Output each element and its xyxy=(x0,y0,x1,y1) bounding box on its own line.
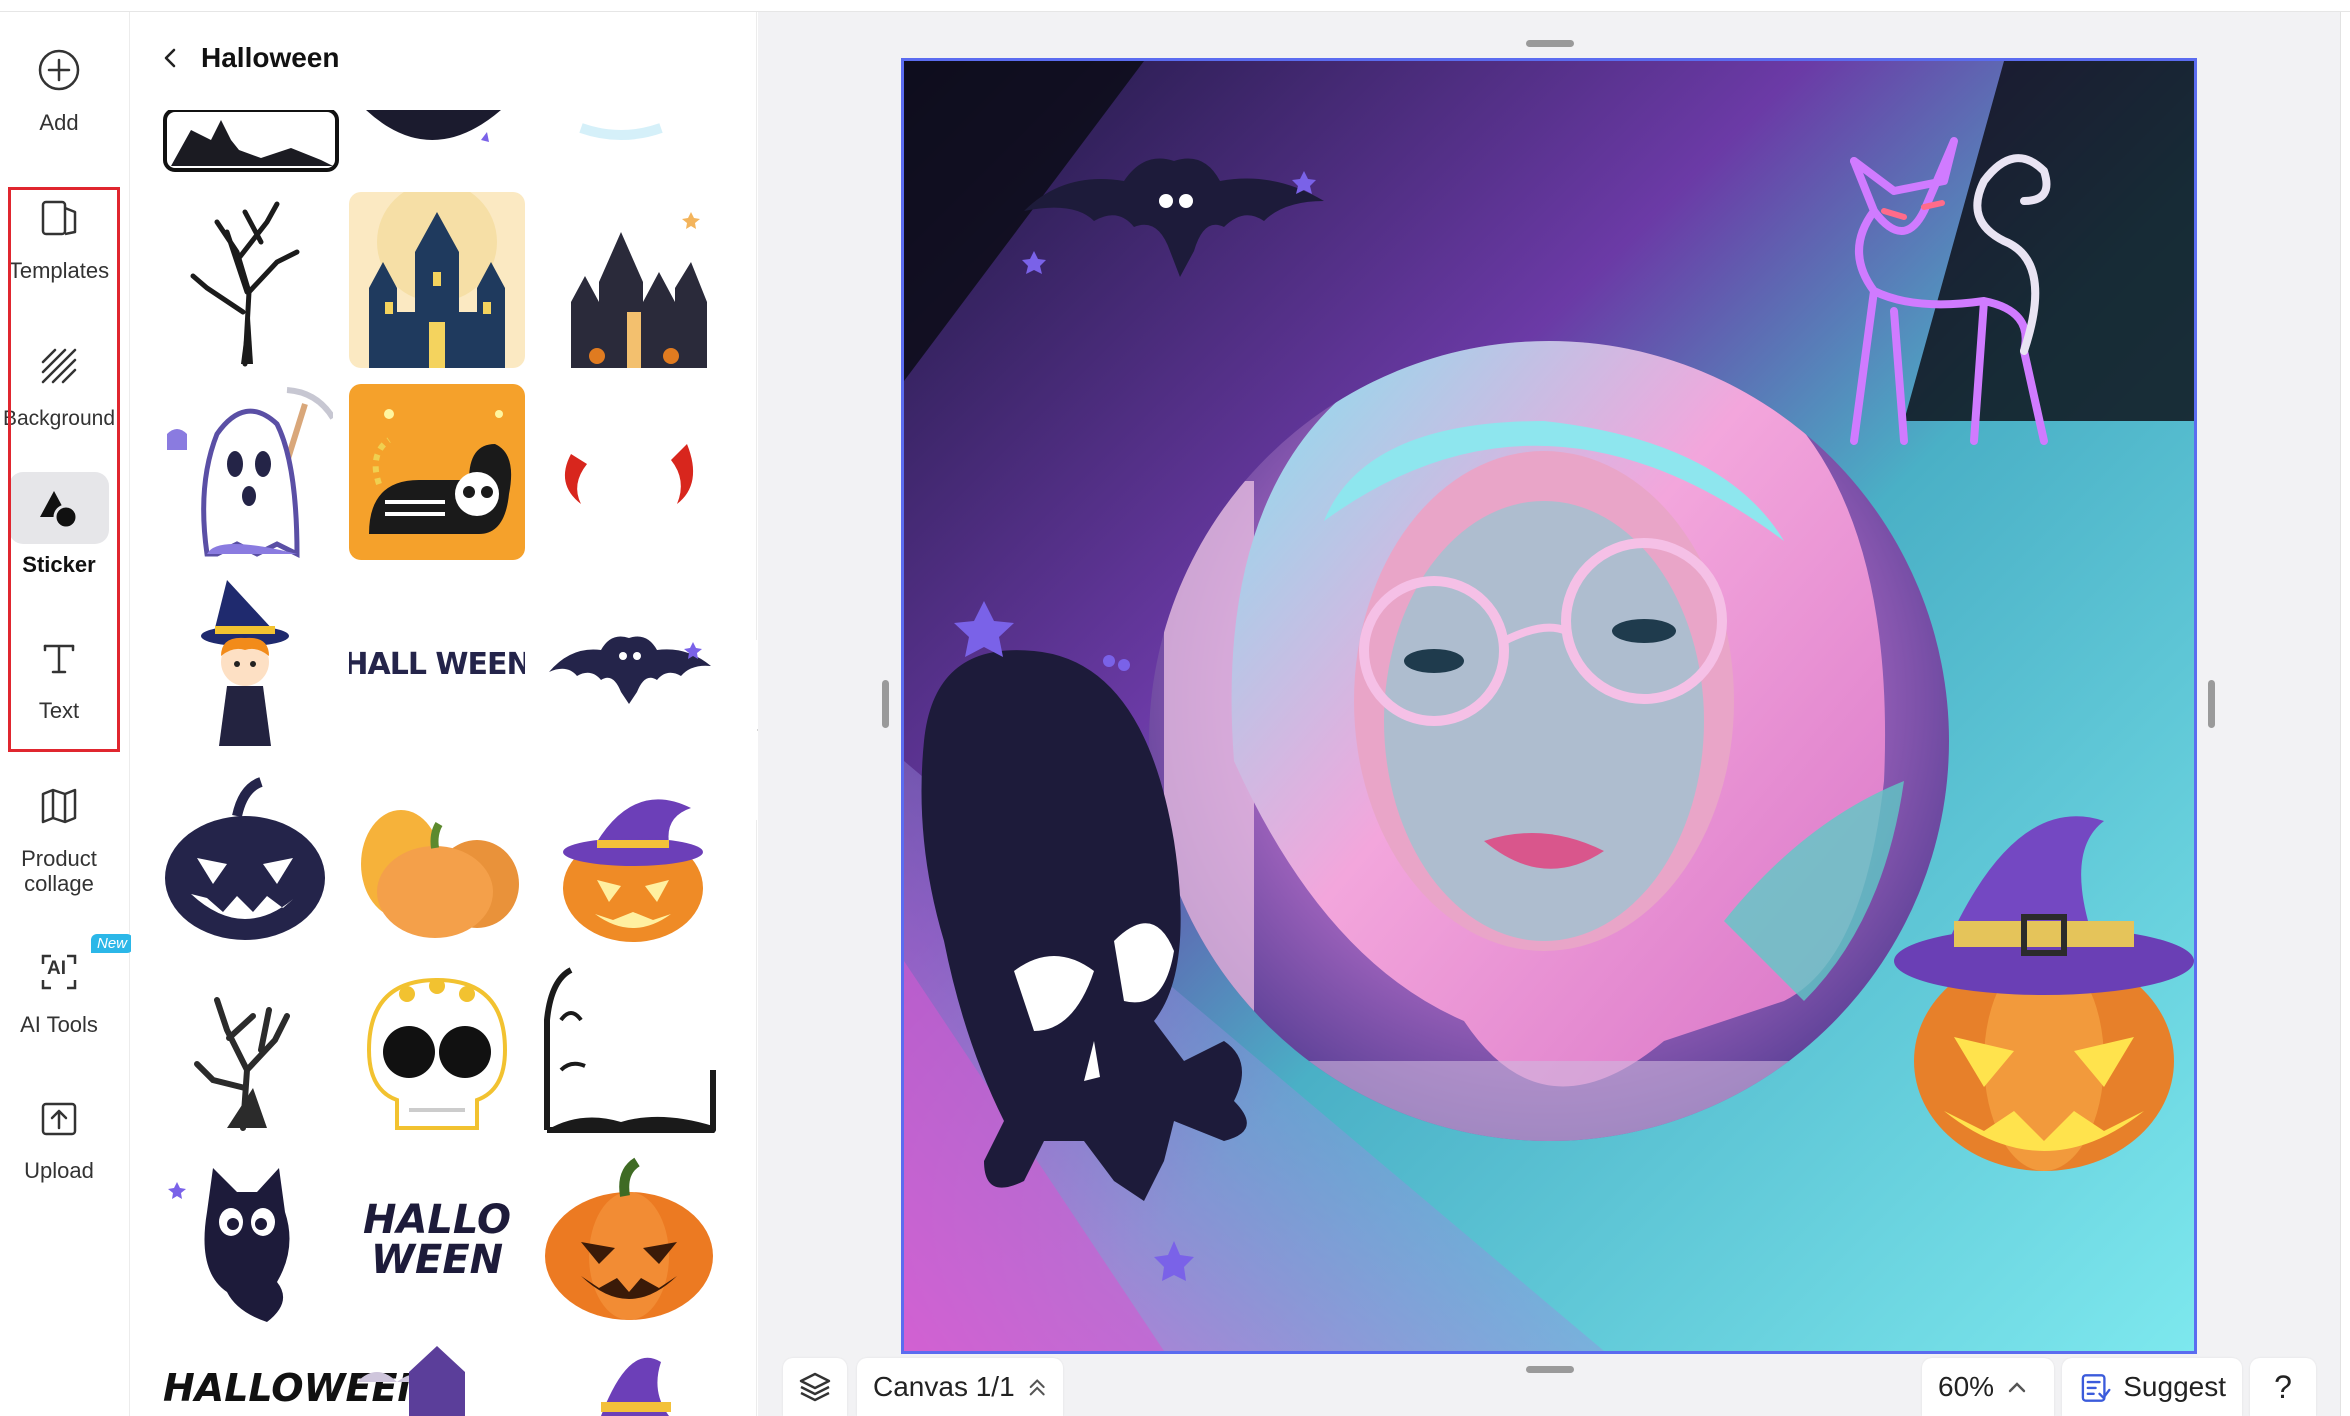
witch-hat-pumpkin-icon xyxy=(563,799,703,942)
ghost-reaper-icon xyxy=(167,387,333,559)
sticker-orange-pumpkins[interactable] xyxy=(349,768,525,944)
sticker-ghost-reaper[interactable] xyxy=(157,384,333,560)
rail-item-label: Background xyxy=(2,407,116,430)
panel-title: Halloween xyxy=(201,42,340,73)
text-t-icon xyxy=(27,626,91,690)
little-witch-icon xyxy=(201,580,289,746)
rail-item-label: Text xyxy=(38,698,80,723)
sticker-witch-hat-pumpkin[interactable] xyxy=(541,768,717,944)
right-edge-panel xyxy=(2340,12,2350,1416)
spooky-frame-icon xyxy=(544,967,716,1133)
help-label: ? xyxy=(2274,1368,2292,1405)
haunted-castle-icon xyxy=(349,192,525,368)
canvas-resize-handle-top[interactable] xyxy=(1526,40,1574,47)
new-badge: New xyxy=(91,934,134,953)
rail-item-upload[interactable]: Upload xyxy=(0,1086,118,1183)
sticker-dead-tree[interactable] xyxy=(157,960,333,1136)
ween-wordmark: WEEN xyxy=(370,1237,504,1283)
zoom-level-button[interactable]: 60% xyxy=(1922,1358,2054,1416)
sticker-sugar-skull[interactable] xyxy=(349,960,525,1136)
canvas-resize-handle-bottom[interactable] xyxy=(1526,1366,1574,1373)
rail-item-label: Product collage xyxy=(21,846,97,896)
canvas-resize-handle-left[interactable] xyxy=(882,680,889,728)
suggest-button[interactable]: Suggest xyxy=(2062,1358,2242,1416)
sticker-little-witch[interactable] xyxy=(157,576,333,752)
top-border xyxy=(0,0,2350,12)
orange-pumpkins-icon xyxy=(361,810,519,938)
help-button[interactable]: ? xyxy=(2250,1358,2316,1416)
rail-item-product-collage[interactable]: Product collage xyxy=(0,774,118,896)
sticker-skeleton-cat[interactable] xyxy=(349,384,525,560)
canvas-pager-label: Canvas 1/1 xyxy=(873,1371,1015,1402)
plus-circle-icon xyxy=(27,38,91,102)
rail-item-label: Sticker xyxy=(22,552,96,577)
sticker-hallo-ween-text[interactable]: HALLO WEEN xyxy=(349,1152,525,1328)
sticker-row-partial xyxy=(161,110,721,176)
rail-item-templates[interactable]: Templates xyxy=(0,186,118,283)
rail-item-label: AI Tools xyxy=(20,1012,98,1037)
black-cat-icon xyxy=(168,1168,290,1322)
sticker-devil-horns[interactable] xyxy=(541,384,717,560)
double-chevron-up-icon xyxy=(1029,1379,1045,1396)
sticker-black-cat[interactable] xyxy=(157,1152,333,1328)
templates-icon xyxy=(27,186,91,250)
suggest-label: Suggest xyxy=(2123,1371,2226,1402)
editor-app: Add Templates Background Sticker Text Pr… xyxy=(0,0,2350,1416)
rail-item-add[interactable]: Add xyxy=(0,38,118,135)
hallo-wordmark: HALLO xyxy=(363,1197,511,1243)
upload-icon xyxy=(27,1086,91,1150)
halloween-wordmark: HALL WEEN xyxy=(349,646,525,682)
bat-icon xyxy=(549,636,711,704)
dark-pumpkin-icon xyxy=(165,777,325,940)
sticker-panel: Halloween HALL WEEN HALLO WEEN HALLOWEEN xyxy=(131,12,757,1416)
zoom-level-value: 60% xyxy=(1938,1371,1995,1402)
panel-header: Halloween xyxy=(159,42,339,74)
bare-tree-icon xyxy=(190,201,300,367)
layers-button[interactable] xyxy=(783,1358,847,1416)
rail-item-label: Upload xyxy=(24,1158,94,1183)
sugar-skull-icon xyxy=(366,977,508,1130)
dead-tree-icon xyxy=(194,997,290,1131)
sticker-row-partial-bottom: HALLOWEEN xyxy=(157,1332,721,1416)
layers-icon xyxy=(799,1372,831,1402)
rail-item-sticker[interactable]: Sticker xyxy=(0,472,118,577)
rail-item-background[interactable]: Background xyxy=(0,334,118,431)
suggest-checklist-icon xyxy=(2081,1374,2111,1402)
rail-item-label: Templates xyxy=(8,258,110,283)
rail-item-text[interactable]: Text xyxy=(0,626,118,723)
ai-tools-icon: AI New xyxy=(27,934,134,1004)
left-rail: Add Templates Background Sticker Text Pr… xyxy=(0,12,134,1416)
sticker-bat[interactable] xyxy=(541,576,717,752)
devil-horns-icon xyxy=(564,444,694,504)
sticker-classic-pumpkin[interactable] xyxy=(541,1152,717,1328)
skeleton-cat-icon xyxy=(349,384,525,560)
classic-pumpkin-icon xyxy=(545,1157,713,1320)
rail-item-label: Add xyxy=(39,110,79,135)
canvas-pager-button[interactable]: Canvas 1/1 xyxy=(857,1358,1063,1416)
sticker-jack-o-lantern-dark[interactable] xyxy=(157,768,333,944)
sticker-moon-castle[interactable] xyxy=(541,192,717,368)
sticker-spooky-frame[interactable] xyxy=(541,960,717,1136)
moon-castle-icon xyxy=(541,202,707,368)
map-fold-icon xyxy=(27,774,91,838)
canvas-resize-handle-right[interactable] xyxy=(2208,680,2215,728)
sticker-bare-tree[interactable] xyxy=(157,192,333,368)
rail-item-ai-tools[interactable]: AI New AI Tools xyxy=(0,934,134,1037)
design-canvas[interactable] xyxy=(901,58,2197,1354)
background-hatch-icon xyxy=(27,334,91,398)
sticker-halloween-text[interactable]: HALL WEEN xyxy=(349,576,525,752)
sticker-haunted-castle[interactable] xyxy=(349,192,525,368)
sticker-shapes-icon xyxy=(9,472,109,544)
ai-icon-text: AI xyxy=(47,958,66,979)
back-chevron-icon[interactable] xyxy=(159,46,183,70)
canvas-artwork xyxy=(904,61,2194,1351)
chevron-up-icon xyxy=(2008,1382,2026,1393)
